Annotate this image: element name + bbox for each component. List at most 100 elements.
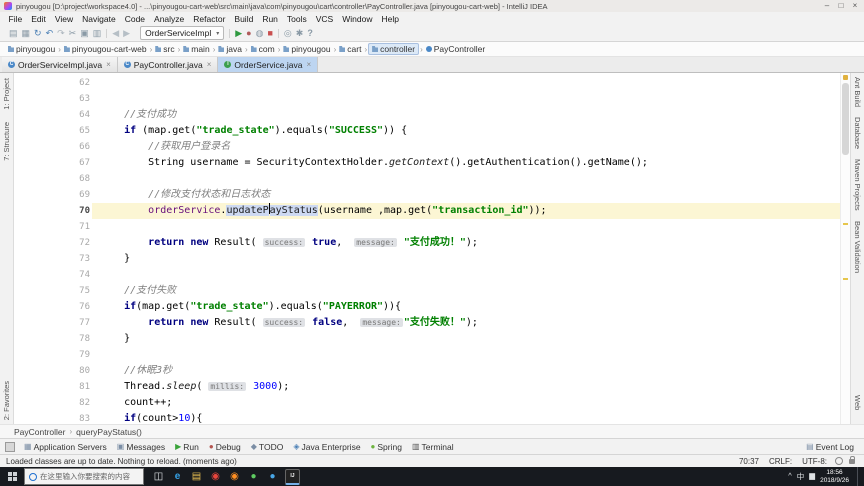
taskbar-search-box[interactable]: 在这里输入你要搜索的内容 xyxy=(24,468,144,485)
close-icon[interactable]: × xyxy=(305,60,311,69)
breadcrumb-paycontroller[interactable]: PayController xyxy=(424,44,488,54)
code-line-71[interactable] xyxy=(92,219,840,235)
toolwindow-maven-projects[interactable]: Maven Projects xyxy=(853,159,862,211)
toolwindow-debug[interactable]: ● Debug xyxy=(204,442,246,452)
line-number[interactable]: 77 xyxy=(14,315,90,331)
code-line-82[interactable]: count++; xyxy=(92,395,840,411)
menu-help[interactable]: Help xyxy=(377,14,403,24)
code-line-74[interactable] xyxy=(92,267,840,283)
menu-run[interactable]: Run xyxy=(258,14,283,24)
paste-icon[interactable]: ▥ xyxy=(93,28,102,38)
toolwindow-structure[interactable]: 7: Structure xyxy=(2,122,11,161)
line-number[interactable]: 79 xyxy=(14,347,90,363)
code-line-77[interactable]: return new Result( success: false, messa… xyxy=(92,315,840,331)
menu-refactor[interactable]: Refactor xyxy=(189,14,230,24)
menu-edit[interactable]: Edit xyxy=(27,14,51,24)
editor-code[interactable]: //支付成功 if (map.get("trade_state").equals… xyxy=(92,73,840,424)
tab-orderservice-java[interactable]: I OrderService.java × xyxy=(218,57,319,72)
line-number[interactable]: 73 xyxy=(14,251,90,267)
line-number[interactable]: 67 xyxy=(14,155,90,171)
file-encoding[interactable]: UTF-8: xyxy=(797,457,832,466)
coverage-icon[interactable]: ◍ xyxy=(256,28,264,38)
warning-stripe-mark[interactable] xyxy=(843,223,848,225)
taskbar-clock[interactable]: 18:56 2018/9/26 xyxy=(820,469,849,485)
intellij-idea-taskbar-icon[interactable]: IJ xyxy=(285,468,300,485)
firefox-icon[interactable]: ◉ xyxy=(225,467,244,486)
run-configuration-select[interactable]: OrderServiceImpl ▾ xyxy=(140,26,225,40)
code-line-75[interactable]: //支付失败 xyxy=(92,283,840,299)
network-icon[interactable]: ▆ xyxy=(809,471,815,482)
code-line-78[interactable]: } xyxy=(92,331,840,347)
code-line-73[interactable]: } xyxy=(92,251,840,267)
close-button[interactable]: × xyxy=(848,0,862,12)
line-number[interactable]: 83 xyxy=(14,411,90,424)
save-all-icon[interactable]: ▦ xyxy=(22,28,31,38)
lock-icon[interactable] xyxy=(849,455,855,464)
line-number[interactable]: 64 xyxy=(14,107,90,123)
toolwindow-java-enterprise[interactable]: ◈ Java Enterprise xyxy=(288,442,365,452)
line-number[interactable]: 69 xyxy=(14,187,90,203)
line-separator[interactable]: CRLF: xyxy=(764,457,797,466)
code-line-83[interactable]: if(count>10){ xyxy=(92,411,840,424)
breadcrumb-cart[interactable]: cart xyxy=(337,44,363,54)
toolwindow-spring[interactable]: ● Spring xyxy=(366,442,407,452)
file-explorer-icon[interactable]: ▤ xyxy=(187,467,206,486)
close-icon[interactable]: × xyxy=(105,60,111,69)
run-icon[interactable]: ▶ xyxy=(235,28,242,38)
toolwindow-bean-validation[interactable]: Bean Validation xyxy=(853,221,862,273)
code-line-65[interactable]: if (map.get("trade_state").equals("SUCCE… xyxy=(92,123,840,139)
line-number[interactable]: 74 xyxy=(14,267,90,283)
maximize-button[interactable]: □ xyxy=(834,0,848,12)
menu-analyze[interactable]: Analyze xyxy=(150,14,189,24)
code-line-67[interactable]: String username = SecurityContextHolder.… xyxy=(92,155,840,171)
line-number[interactable]: 65 xyxy=(14,123,90,139)
start-button[interactable] xyxy=(0,467,24,486)
breadcrumb-pinyougou[interactable]: pinyougou xyxy=(281,44,332,54)
line-number[interactable]: 70 xyxy=(14,203,90,219)
line-number[interactable]: 78 xyxy=(14,331,90,347)
scrollbar-thumb[interactable] xyxy=(842,83,849,155)
menu-tools[interactable]: Tools xyxy=(282,14,311,24)
back-icon[interactable]: ◀ xyxy=(112,28,119,38)
toolwindow-event-log[interactable]: ▤ Event Log xyxy=(801,442,859,452)
breadcrumb-src[interactable]: src xyxy=(153,44,176,54)
show-desktop-button[interactable] xyxy=(857,467,861,486)
toolwindow-web[interactable]: Web xyxy=(853,395,862,410)
line-number[interactable]: 81 xyxy=(14,379,90,395)
ime-icon[interactable]: 中 xyxy=(797,471,805,482)
line-number[interactable]: 80 xyxy=(14,363,90,379)
menu-file[interactable]: File xyxy=(4,14,27,24)
code-line-62[interactable] xyxy=(92,75,840,91)
toolwindow-todo[interactable]: ◆ TODO xyxy=(246,442,289,452)
line-number[interactable]: 66 xyxy=(14,139,90,155)
warning-stripe-mark[interactable] xyxy=(843,278,848,280)
breadcrumb-java[interactable]: java xyxy=(216,44,244,54)
caret-position[interactable]: 70:37 xyxy=(734,457,764,466)
toolwindow-database[interactable]: Database xyxy=(853,117,862,149)
breadcrumb-file[interactable]: PayController xyxy=(14,427,66,437)
code-line-68[interactable] xyxy=(92,171,840,187)
toolwindow-messages[interactable]: ▣ Messages xyxy=(112,442,170,452)
forward-icon[interactable]: ▶ xyxy=(123,28,130,38)
qq-icon[interactable]: ● xyxy=(263,467,282,486)
menu-window[interactable]: Window xyxy=(338,14,377,24)
minimize-button[interactable]: – xyxy=(820,0,834,12)
tab-orderserviceimpl-java[interactable]: C OrderServiceImpl.java × xyxy=(2,57,118,72)
line-number[interactable]: 72 xyxy=(14,235,90,251)
copy-icon[interactable]: ▣ xyxy=(80,28,89,38)
chrome-icon[interactable]: ◉ xyxy=(206,467,225,486)
cut-icon[interactable]: ✂ xyxy=(69,28,77,38)
toolwindow-favorites[interactable]: 2: Favorites xyxy=(2,381,11,420)
editor-pane[interactable]: 62 63 64 65 66 67 68 69 70 71 72 73 74 75 76 77 78 79 80 81… xyxy=(14,73,850,424)
line-number[interactable]: 82 xyxy=(14,395,90,411)
stop-icon[interactable]: ■ xyxy=(267,28,272,38)
hector-icon[interactable] xyxy=(835,457,843,465)
tab-paycontroller-java[interactable]: C PayController.java × xyxy=(117,57,219,72)
code-line-66[interactable]: //获取用户登录名 xyxy=(92,139,840,155)
line-number[interactable]: 75 xyxy=(14,283,90,299)
tray-expand-icon[interactable]: ^ xyxy=(788,471,792,482)
help-icon[interactable]: ? xyxy=(307,28,313,38)
menu-vcs[interactable]: VCS xyxy=(311,14,337,24)
line-number[interactable]: 68 xyxy=(14,171,90,187)
undo-icon[interactable]: ↶ xyxy=(46,28,54,38)
